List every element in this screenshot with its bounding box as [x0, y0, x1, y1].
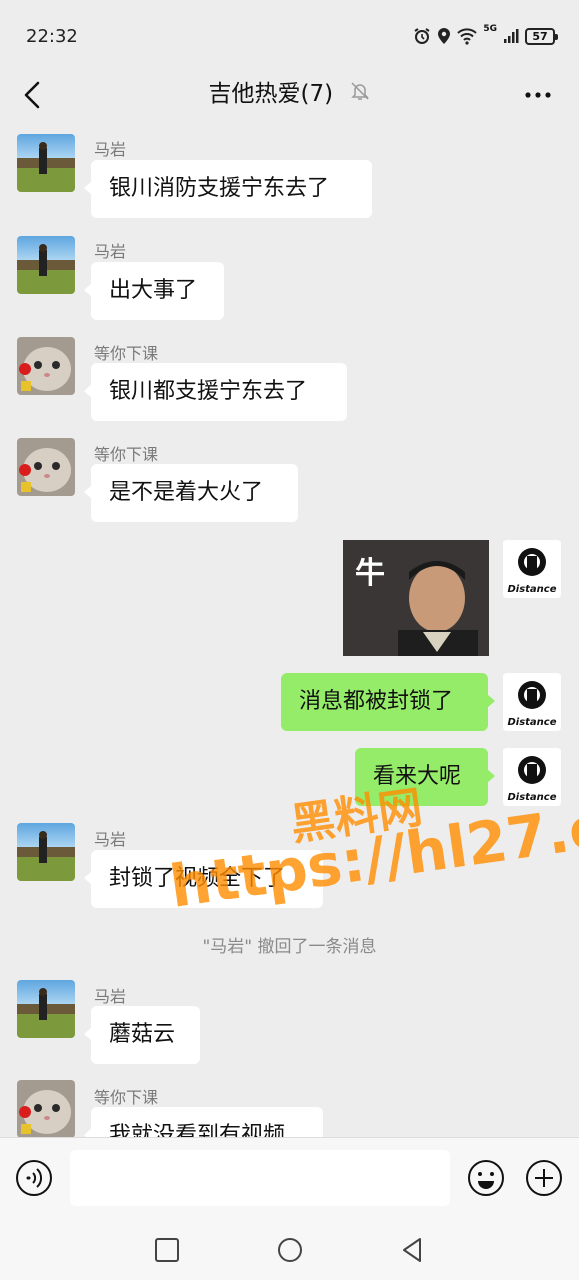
voice-icon[interactable] [15, 1159, 53, 1197]
chat-title-wrap: 吉他热爱(7) [0, 74, 579, 108]
recall-notice: "马岩" 撤回了一条消息 [202, 937, 377, 957]
wifi-icon [457, 28, 478, 45]
mute-bell-icon [351, 82, 370, 100]
sender-name: 等你下课 [94, 1088, 159, 1107]
sticker-image[interactable]: 牛 [343, 540, 489, 656]
recents-square-icon[interactable] [152, 1235, 182, 1265]
chat-bubble[interactable]: 蘑菇云 [84, 1006, 200, 1064]
sender-name: 等你下课 [94, 344, 159, 363]
sender-name: 马岩 [94, 987, 127, 1006]
chat-title: 吉他热爱(7) [208, 81, 334, 107]
sender-name: 马岩 [94, 140, 127, 159]
status-icons: 5G 57 [413, 24, 558, 48]
chat-bubble[interactable]: 银川都支援宁东去了 [84, 363, 347, 421]
distance-avatar[interactable]: Distance [503, 673, 561, 731]
plus-icon[interactable] [525, 1159, 563, 1197]
chat-bubble[interactable]: 是不是着大火了 [84, 464, 298, 522]
chat-bubble[interactable]: 消息都被封锁了 [281, 673, 495, 731]
avatar-label: Distance [507, 584, 557, 595]
location-icon [438, 28, 451, 44]
cat-avatar[interactable] [17, 438, 75, 496]
avatar-label: Distance [507, 717, 557, 728]
more-options-icon[interactable] [523, 80, 553, 110]
status-time: 22:32 [26, 26, 78, 47]
chat-bubble[interactable]: 出大事了 [84, 262, 224, 320]
signal-icon [504, 29, 519, 43]
input-bar [0, 1137, 579, 1221]
landscape-avatar[interactable] [17, 823, 75, 881]
chat-bubble[interactable]: 银川消防支援宁东去了 [84, 160, 372, 218]
status-bar: 22:32 5G 57 [0, 0, 579, 70]
chat-header: 吉他热爱(7) [0, 70, 579, 120]
distance-avatar[interactable]: Distance [503, 748, 561, 806]
network-label: 5G [483, 24, 497, 34]
sender-name: 等你下课 [94, 445, 159, 464]
message-input[interactable] [70, 1150, 450, 1206]
distance-avatar[interactable]: Distance [503, 540, 561, 598]
home-circle-icon[interactable] [275, 1235, 305, 1265]
battery-icon: 57 [525, 27, 558, 45]
alarm-icon [414, 28, 430, 44]
landscape-avatar[interactable] [17, 980, 75, 1038]
sender-name: 马岩 [94, 242, 127, 261]
cat-avatar[interactable] [17, 337, 75, 395]
landscape-avatar[interactable] [17, 236, 75, 294]
sticker-caption: 牛 [355, 556, 385, 591]
back-triangle-icon[interactable] [398, 1235, 428, 1265]
system-navigation-bar [0, 1220, 579, 1280]
emoji-icon[interactable] [467, 1159, 505, 1197]
cat-avatar[interactable] [17, 1080, 75, 1138]
sender-name: 马岩 [94, 830, 127, 849]
landscape-avatar[interactable] [17, 134, 75, 192]
